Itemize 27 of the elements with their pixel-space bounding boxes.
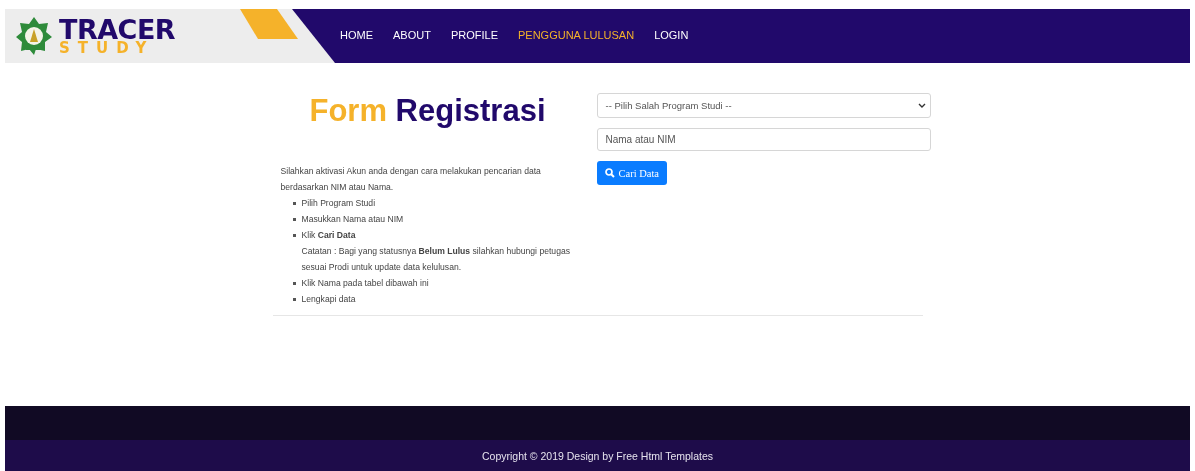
bullet-icon bbox=[292, 202, 296, 205]
nav-link[interactable]: PENGGUNA LULUSAN bbox=[518, 29, 635, 43]
nav-link[interactable]: HOME bbox=[340, 29, 373, 43]
logo-subtitle: STUDY bbox=[59, 41, 156, 56]
bullet-icon bbox=[292, 282, 296, 285]
bullet-icon bbox=[292, 234, 296, 237]
caret-icon bbox=[917, 103, 926, 108]
name-input-field[interactable]: Nama atau NIM bbox=[596, 128, 931, 151]
step-text: Pilih Program Studi bbox=[301, 197, 376, 210]
copyright-text: Copyright © 2019 Design by Free Html Templates bbox=[481, 449, 714, 462]
search-button[interactable]: Cari Data bbox=[596, 161, 668, 185]
bullet-icon bbox=[292, 218, 296, 221]
page-title: Form Registrasi bbox=[308, 93, 547, 129]
step-text: Klik Nama pada tabel dibawah ini bbox=[301, 277, 429, 290]
nav-link[interactable]: PROFILE bbox=[450, 29, 498, 43]
header-stripe-drawing bbox=[240, 9, 298, 39]
bullet-icon bbox=[292, 298, 296, 301]
note-text: Catatan : Bagi yang statusnya Belum Lulus silahkan hubungi petugas sesuai Prodi untuk update data kelulusan. bbox=[301, 245, 571, 274]
nav-link[interactable]: LOGIN bbox=[654, 29, 689, 43]
nav-link[interactable]: ABOUT bbox=[393, 29, 431, 43]
logo-emblem-icon bbox=[15, 16, 53, 56]
intro-text: Silahkan aktivasi Akun anda dengan cara melakukan pencarian data berdasarkan NIM atau Nama. bbox=[279, 165, 542, 194]
program-select[interactable]: -- Pilih Salah Program Studi -- bbox=[596, 93, 931, 118]
step-text: Lengkapi data bbox=[301, 293, 356, 306]
step-text: Masukkan Nama atau NIM bbox=[301, 213, 404, 226]
search-icon bbox=[604, 168, 615, 178]
step-text: Klik Cari Data bbox=[301, 229, 357, 242]
